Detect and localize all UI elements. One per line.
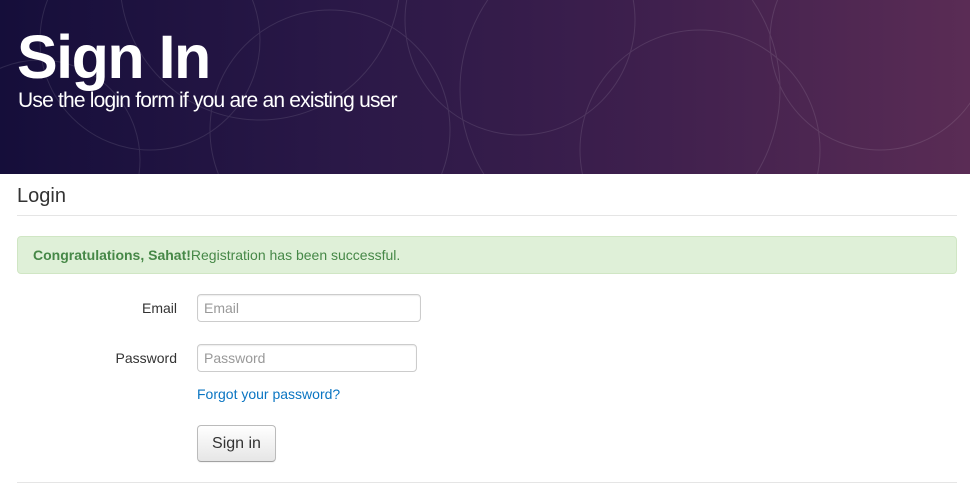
email-field[interactable]	[197, 294, 421, 322]
page-subtitle: Use the login form if you are an existin…	[18, 89, 398, 112]
forgot-password-link[interactable]: Forgot your password?	[197, 384, 340, 404]
email-label: Email	[141, 300, 177, 316]
alert-content: Congratulations, Sahat!Registration has …	[18, 237, 956, 273]
password-label: Password	[115, 350, 177, 366]
sign-in-button[interactable]: Sign in	[197, 425, 276, 462]
alert-strong-text: Congratulations, Sahat!	[33, 247, 191, 263]
form-footer-divider	[17, 482, 957, 483]
hero-banner: Sign In Use the login form if you are an…	[0, 0, 970, 174]
success-alert: Congratulations, Sahat!Registration has …	[17, 236, 957, 274]
password-field[interactable]	[197, 344, 417, 372]
section-divider	[17, 215, 957, 216]
alert-message: Registration has been successful.	[190, 247, 401, 263]
section-title: Login	[17, 185, 66, 207]
page-title: Sign In	[17, 23, 211, 91]
